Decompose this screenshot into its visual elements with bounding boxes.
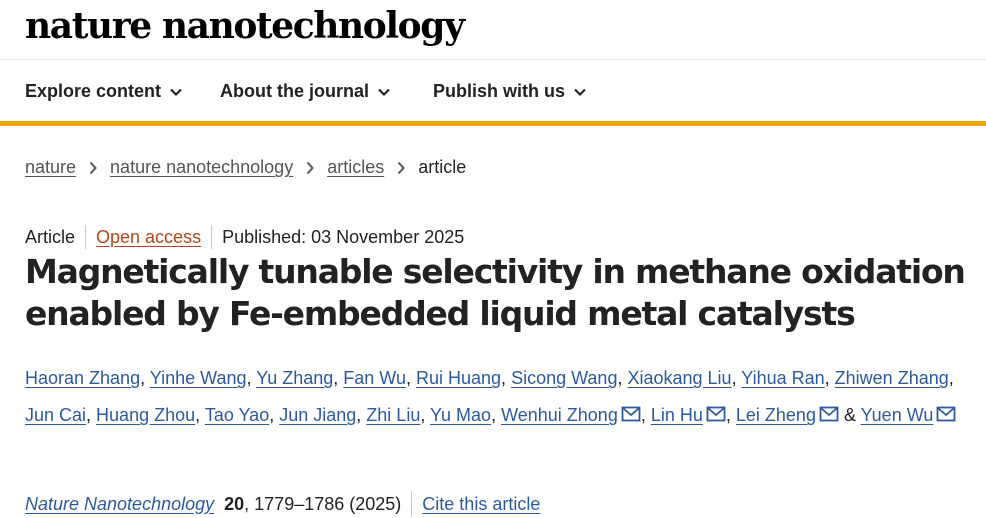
volume-number: 20 [224, 493, 245, 514]
main-nav: Explore content About the journal Publis… [0, 61, 986, 126]
author-item: Fan Wu, [343, 368, 416, 388]
author-link[interactable]: Wenhui Zhong [501, 405, 618, 425]
author-separator: , [269, 405, 280, 425]
author-link[interactable]: Lin Hu [651, 405, 703, 425]
article-type: Article [25, 226, 76, 247]
envelope-icon[interactable] [621, 406, 641, 422]
author-link[interactable]: Xiaokang Liu [627, 368, 731, 388]
author-item: Haoran Zhang, [25, 368, 150, 388]
author-prefix: & [843, 405, 861, 425]
journal-logo[interactable]: nature nanotechnology [25, 4, 465, 48]
author-separator: , [140, 368, 150, 388]
author-separator: , [640, 405, 651, 425]
author-list: Haoran Zhang, Yinhe Wang, Yu Zhang, Fan … [25, 360, 965, 434]
envelope-icon[interactable] [936, 406, 956, 422]
author-link[interactable]: Lei Zheng [736, 405, 816, 425]
author-separator: , [86, 405, 97, 425]
site-header: nature nanotechnology [0, 0, 986, 60]
meta-divider [211, 225, 213, 249]
author-separator: , [617, 368, 628, 388]
author-separator: , [195, 405, 205, 425]
author-separator: , [405, 368, 416, 388]
author-separator: , [725, 405, 736, 425]
chevron-down-icon [168, 84, 184, 100]
article-title: Magnetically tunable selectivity in meth… [25, 252, 966, 333]
author-item: Jun Cai, [25, 405, 96, 425]
envelope-icon[interactable] [706, 406, 726, 422]
author-separator: , [491, 405, 502, 425]
author-separator: , [333, 368, 344, 388]
author-link[interactable]: Jun Cai [25, 405, 86, 425]
author-link[interactable]: Zhiwen Zhang [835, 368, 949, 388]
author-item: Lei Zheng [736, 405, 844, 425]
author-item: Yinhe Wang, [150, 368, 256, 388]
chevron-right-icon [396, 161, 406, 175]
breadcrumb-articles[interactable]: articles [327, 157, 384, 178]
meta-divider [85, 225, 87, 249]
author-item: Lin Hu, [651, 405, 736, 425]
article-meta: Article Open access Published: 03 Novemb… [25, 225, 464, 249]
chevron-down-icon [376, 84, 392, 100]
open-access-link[interactable]: Open access [96, 227, 201, 248]
author-link[interactable]: Fan Wu [343, 368, 406, 388]
breadcrumb-nature-nanotechnology[interactable]: nature nanotechnology [110, 157, 293, 178]
nav-label: Explore content [25, 81, 162, 101]
author-item: Yu Mao, [430, 405, 501, 425]
author-item: & Yuen Wu [844, 405, 956, 425]
author-link[interactable]: Haoran Zhang [25, 368, 140, 388]
citation-line: Nature Nanotechnology 20 , 1779–1786 (20… [25, 491, 540, 517]
nav-label: About the journal [220, 81, 369, 101]
author-separator: , [420, 405, 431, 425]
author-separator: , [731, 368, 742, 388]
author-link[interactable]: Rui Huang [416, 368, 501, 388]
nav-explore-content[interactable]: Explore content [25, 81, 184, 102]
author-link[interactable]: Yu Zhang [256, 368, 333, 388]
author-item: Huang Zhou, [96, 405, 205, 425]
published-date: Published: 03 November 2025 [222, 226, 465, 247]
author-item: Yihua Ran, [741, 368, 834, 388]
author-link[interactable]: Zhi Liu [366, 405, 420, 425]
chevron-down-icon [572, 84, 588, 100]
cite-article-link[interactable]: Cite this article [422, 494, 540, 515]
chevron-right-icon [88, 161, 98, 175]
author-item: Wenhui Zhong, [501, 405, 651, 425]
author-link[interactable]: Huang Zhou [96, 405, 195, 425]
breadcrumb-nature[interactable]: nature [25, 157, 76, 178]
breadcrumb: nature nature nanotechnology articles ar… [25, 157, 466, 178]
nav-about-journal[interactable]: About the journal [220, 81, 392, 102]
author-separator: , [246, 368, 257, 388]
author-item: Yu Zhang, [256, 368, 343, 388]
journal-link[interactable]: Nature Nanotechnology [25, 494, 214, 515]
author-item: Sicong Wang, [511, 368, 627, 388]
author-item: Zhi Liu, [366, 405, 430, 425]
author-link[interactable]: Yu Mao [430, 405, 491, 425]
author-item: Zhiwen Zhang, [835, 368, 954, 388]
author-separator: , [824, 368, 835, 388]
citation-divider [411, 491, 413, 517]
breadcrumb-current: article [418, 157, 467, 177]
author-link[interactable]: Sicong Wang [511, 368, 617, 388]
pages-year: , 1779–1786 (2025) [244, 493, 402, 514]
author-link[interactable]: Jun Jiang [279, 405, 356, 425]
nav-label: Publish with us [433, 81, 566, 101]
author-link[interactable]: Yuen Wu [861, 405, 934, 425]
author-item: Tao Yao, [205, 405, 279, 425]
author-item: Xiaokang Liu, [627, 368, 741, 388]
author-item: Rui Huang, [416, 368, 511, 388]
author-separator: , [356, 405, 367, 425]
chevron-right-icon [305, 161, 315, 175]
author-link[interactable]: Yinhe Wang [150, 368, 247, 388]
author-item: Jun Jiang, [279, 405, 366, 425]
author-link[interactable]: Tao Yao [205, 405, 269, 425]
author-link[interactable]: Yihua Ran [741, 368, 824, 388]
envelope-icon[interactable] [819, 406, 839, 422]
nav-publish-with-us[interactable]: Publish with us [433, 81, 588, 102]
author-separator: , [501, 368, 512, 388]
author-separator: , [948, 368, 954, 388]
